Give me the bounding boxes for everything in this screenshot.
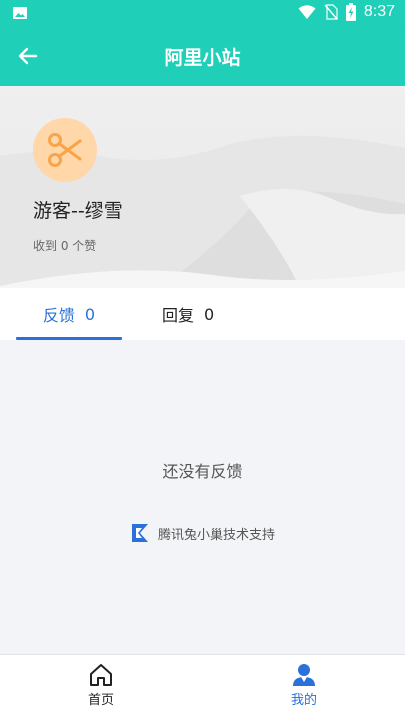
home-icon <box>90 664 112 686</box>
profile-header: 游客--缪雪 收到 0 个赞 <box>0 86 405 288</box>
support-text: 腾讯兔小巢技术支持 <box>157 527 275 543</box>
tab-reply-label: 回复 <box>162 306 195 325</box>
nav-item-mine[interactable]: 我的 <box>274 663 334 708</box>
image-icon <box>13 7 27 19</box>
battery-charging-icon <box>345 3 356 21</box>
no-sim-icon <box>324 4 338 20</box>
back-button[interactable] <box>14 42 42 70</box>
nav-mine-label: 我的 <box>290 693 317 708</box>
likes-count: 收到 0 个赞 <box>33 239 97 253</box>
tab-reply[interactable]: 回复 0 <box>162 288 214 340</box>
arrow-left-icon <box>18 47 38 65</box>
bottom-nav: 首页 我的 <box>0 654 405 720</box>
wifi-icon <box>298 5 316 19</box>
page-title: 阿里小站 <box>164 46 241 69</box>
tab-feedback[interactable]: 反馈 0 <box>16 288 122 340</box>
status-bar: 8:37 <box>0 0 405 26</box>
dunes-background <box>0 135 405 288</box>
scissors-icon <box>48 133 82 167</box>
feedback-list: 还没有反馈 腾讯兔小巢技术支持 <box>0 340 405 654</box>
status-icons: 8:37 <box>298 3 395 21</box>
empty-state-text: 还没有反馈 <box>162 462 243 481</box>
tab-feedback-count: 0 <box>84 304 96 324</box>
username: 游客--缪雪 <box>33 200 123 222</box>
support-credit[interactable]: 腾讯兔小巢技术支持 <box>0 522 405 544</box>
app-bar: 阿里小站 <box>0 26 405 86</box>
tab-feedback-label: 反馈 <box>42 306 75 325</box>
txc-logo-icon <box>131 524 148 542</box>
tab-reply-count: 0 <box>204 304 215 324</box>
avatar <box>33 118 97 182</box>
nav-home-label: 首页 <box>87 693 114 708</box>
status-time: 8:37 <box>363 3 395 20</box>
nav-item-home[interactable]: 首页 <box>71 663 131 708</box>
person-icon <box>293 664 315 686</box>
tab-bar: 反馈 0 回复 0 <box>0 288 405 340</box>
